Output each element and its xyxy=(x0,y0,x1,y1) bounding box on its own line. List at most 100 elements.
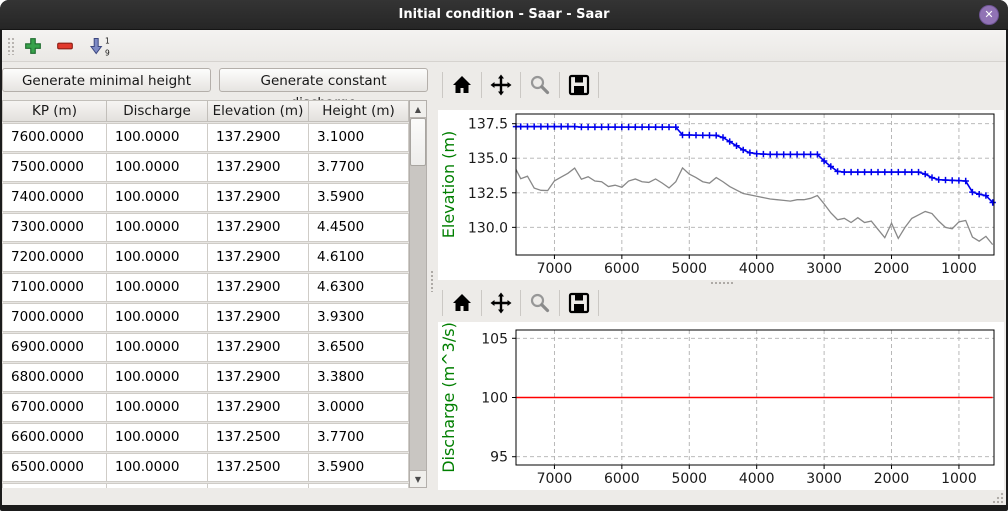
cell-kp[interactable]: 7100.0000 xyxy=(2,273,107,302)
cell-height[interactable]: 3.0000 xyxy=(309,393,409,422)
add-row-button[interactable] xyxy=(24,37,44,55)
cell-discharge[interactable] xyxy=(107,483,208,488)
cell-kp[interactable]: 6900.0000 xyxy=(2,333,107,362)
remove-row-icon xyxy=(56,37,74,55)
toolbar-separator xyxy=(559,72,560,98)
cell-height[interactable]: 3.7700 xyxy=(309,153,409,182)
table-row: 6500.0000100.0000137.25003.5900 xyxy=(2,452,409,482)
toolbar-grip[interactable] xyxy=(7,37,15,55)
main-toolbar: 1 9 xyxy=(2,30,1006,62)
cell-elevation[interactable]: 137.2900 xyxy=(208,213,309,242)
toolbar-separator xyxy=(520,290,521,316)
discharge-plot-canvas[interactable]: 700060005000400030002000100095100105Disc… xyxy=(438,322,1004,490)
pan-button[interactable] xyxy=(488,72,514,98)
svg-text:137.5: 137.5 xyxy=(468,117,508,133)
pan-button[interactable] xyxy=(488,290,514,316)
zoom-button[interactable] xyxy=(527,72,553,98)
cell-elevation[interactable] xyxy=(208,483,309,488)
resize-grip-icon xyxy=(991,491,1005,505)
scrollbar-thumb[interactable] xyxy=(410,118,426,166)
discharge-chart: 700060005000400030002000100095100105Disc… xyxy=(438,322,1004,490)
home-button[interactable] xyxy=(449,290,475,316)
cell-discharge[interactable]: 100.0000 xyxy=(107,183,208,212)
cell-kp[interactable]: 7400.0000 xyxy=(2,183,107,212)
column-header-kp[interactable]: KP (m) xyxy=(2,100,107,122)
panel-splitter[interactable] xyxy=(428,62,436,505)
sort-ascending-button[interactable]: 1 9 xyxy=(88,37,114,55)
svg-text:6000: 6000 xyxy=(604,471,640,487)
cell-discharge[interactable]: 100.0000 xyxy=(107,423,208,452)
cell-height[interactable]: 3.9300 xyxy=(309,303,409,332)
cell-kp[interactable]: 6600.0000 xyxy=(2,423,107,452)
cell-kp[interactable]: 7300.0000 xyxy=(2,213,107,242)
svg-text:3000: 3000 xyxy=(806,261,842,277)
cell-elevation[interactable]: 137.2900 xyxy=(208,393,309,422)
svg-text:7000: 7000 xyxy=(537,471,573,487)
splitter-grip-icon xyxy=(430,270,434,292)
generate-minimal-height-button[interactable]: Generate minimal height xyxy=(2,68,211,92)
cell-discharge[interactable]: 100.0000 xyxy=(107,333,208,362)
table-body: 7600.0000100.0000137.29003.10007500.0000… xyxy=(2,122,427,488)
resize-grip[interactable] xyxy=(991,490,1005,504)
cell-elevation[interactable]: 137.2900 xyxy=(208,153,309,182)
cell-height[interactable]: 4.6300 xyxy=(309,273,409,302)
column-header-height[interactable]: Height (m) xyxy=(309,100,409,122)
cell-discharge[interactable]: 100.0000 xyxy=(107,453,208,482)
table-scrollbar[interactable]: ▲ ▼ xyxy=(409,100,427,488)
cell-elevation[interactable]: 137.2900 xyxy=(208,273,309,302)
cell-kp[interactable]: 6500.0000 xyxy=(2,453,107,482)
cell-height[interactable]: 4.6100 xyxy=(309,243,409,272)
cell-discharge[interactable]: 100.0000 xyxy=(107,393,208,422)
cell-kp[interactable] xyxy=(2,483,107,488)
elevation-plot-toolbar xyxy=(436,66,1004,104)
cell-elevation[interactable]: 137.2900 xyxy=(208,363,309,392)
toolbar-separator xyxy=(481,290,482,316)
remove-row-button[interactable] xyxy=(56,37,76,55)
cell-height[interactable]: 3.7700 xyxy=(309,423,409,452)
cell-elevation[interactable]: 137.2900 xyxy=(208,123,309,152)
cell-kp[interactable]: 7200.0000 xyxy=(2,243,107,272)
cell-elevation[interactable]: 137.2900 xyxy=(208,243,309,272)
elevation-plot-canvas[interactable]: 7000600050004000300020001000130.0132.513… xyxy=(438,110,1004,280)
cell-height[interactable]: 3.5900 xyxy=(309,183,409,212)
cell-elevation[interactable]: 137.2500 xyxy=(208,423,309,452)
cell-discharge[interactable]: 100.0000 xyxy=(107,153,208,182)
toolbar-separator xyxy=(559,290,560,316)
cell-height[interactable]: 3.1000 xyxy=(309,123,409,152)
app-window: Initial condition - Saar - Saar ✕ 1 xyxy=(0,0,1008,511)
save-button[interactable] xyxy=(566,72,592,98)
cell-elevation[interactable]: 137.2900 xyxy=(208,333,309,362)
cell-discharge[interactable]: 100.0000 xyxy=(107,123,208,152)
cell-height[interactable] xyxy=(309,483,409,488)
zoom-button[interactable] xyxy=(527,290,553,316)
cell-elevation[interactable]: 137.2900 xyxy=(208,303,309,332)
generate-constant-discharge-button[interactable]: Generate constant discharge xyxy=(219,68,428,92)
home-button[interactable] xyxy=(449,72,475,98)
cell-height[interactable]: 3.3800 xyxy=(309,363,409,392)
cell-kp[interactable]: 6700.0000 xyxy=(2,393,107,422)
cell-discharge[interactable]: 100.0000 xyxy=(107,363,208,392)
scroll-down-button[interactable]: ▼ xyxy=(410,470,426,487)
cell-discharge[interactable]: 100.0000 xyxy=(107,273,208,302)
cell-discharge[interactable]: 100.0000 xyxy=(107,303,208,332)
scroll-up-button[interactable]: ▲ xyxy=(410,101,426,118)
cell-elevation[interactable]: 137.2500 xyxy=(208,453,309,482)
svg-text:6000: 6000 xyxy=(604,261,640,277)
cell-height[interactable]: 3.6500 xyxy=(309,333,409,362)
close-button[interactable]: ✕ xyxy=(979,5,999,25)
column-header-elevation[interactable]: Elevation (m) xyxy=(208,100,309,122)
cell-kp[interactable]: 6800.0000 xyxy=(2,363,107,392)
cell-elevation[interactable]: 137.2900 xyxy=(208,183,309,212)
save-button[interactable] xyxy=(566,290,592,316)
cell-discharge[interactable]: 100.0000 xyxy=(107,243,208,272)
pan-icon xyxy=(490,292,512,314)
cell-height[interactable]: 3.5900 xyxy=(309,453,409,482)
column-header-discharge[interactable]: Discharge (m³/s) xyxy=(107,100,208,122)
cell-kp[interactable]: 7000.0000 xyxy=(2,303,107,332)
cell-discharge[interactable]: 100.0000 xyxy=(107,213,208,242)
svg-text:1000: 1000 xyxy=(941,471,977,487)
cell-kp[interactable]: 7500.0000 xyxy=(2,153,107,182)
cell-kp[interactable]: 7600.0000 xyxy=(2,123,107,152)
initial-condition-table: KP (m)Discharge (m³/s)Elevation (m)Heigh… xyxy=(2,100,427,488)
cell-height[interactable]: 4.4500 xyxy=(309,213,409,242)
